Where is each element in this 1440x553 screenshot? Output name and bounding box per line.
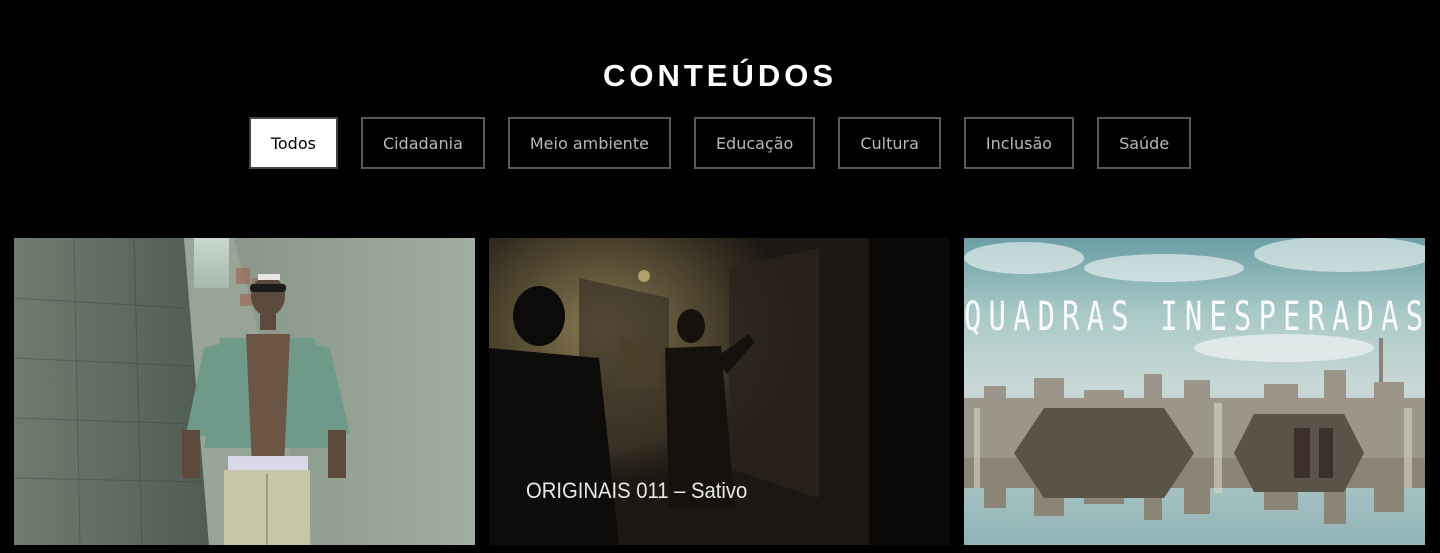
card-banner-text: QUADRAS INESPERADAS [964, 294, 1425, 340]
filter-meio-ambiente[interactable]: Meio ambiente [507, 117, 671, 169]
content-section: CONTEÚDOS Todos Cidadania Meio ambiente … [0, 0, 1440, 553]
category-filter-bar: Todos Cidadania Meio ambiente Educação C… [0, 117, 1440, 169]
card-title: ORIGINAIS 011 – Sativo [526, 478, 748, 503]
alley-rapper-thumbnail [14, 238, 475, 545]
content-card-originais-011[interactable]: ORIGINAIS 011 – Sativo [489, 238, 950, 545]
filter-cidadania[interactable]: Cidadania [360, 117, 485, 169]
content-card-quadras-inesperadas[interactable]: QUADRAS INESPERADAS [964, 238, 1425, 545]
filter-inclusao[interactable]: Inclusão [963, 117, 1075, 169]
quadras-inesperadas-thumbnail [964, 238, 1425, 545]
filter-todos[interactable]: Todos [248, 117, 338, 169]
filter-educacao[interactable]: Educação [693, 117, 816, 169]
filter-saude[interactable]: Saúde [1097, 117, 1192, 169]
section-title: CONTEÚDOS [602, 57, 838, 93]
content-card-alley-rapper[interactable] [14, 238, 475, 545]
content-grid: ORIGINAIS 011 – Sativo QUADRAS INESPERAD… [14, 238, 1426, 545]
filter-cultura[interactable]: Cultura [838, 117, 941, 169]
